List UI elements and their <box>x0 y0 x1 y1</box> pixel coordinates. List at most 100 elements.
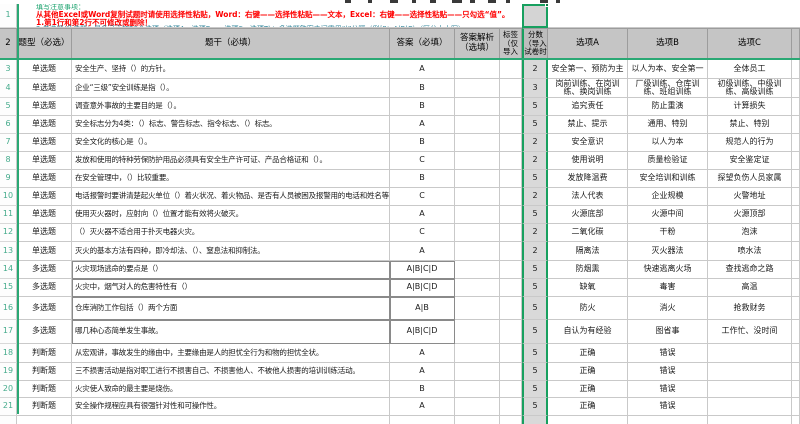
cell-type[interactable]: 单选题 <box>17 170 72 188</box>
cell-type[interactable]: 判断题 <box>17 381 72 398</box>
cell-question[interactable]: 从宏观讲，事故发生的缘由中，主要缘由是人的担忧全行为和物的担忧全状。 <box>72 344 390 363</box>
cell-tag[interactable] <box>500 416 522 424</box>
cell-answer[interactable]: A <box>390 116 455 134</box>
cell-question[interactable]: 安全标志分为4类：（）标志、警告标志、指令标志、（）标志。 <box>72 116 390 134</box>
cell-tag[interactable] <box>500 320 522 344</box>
cell-option-b[interactable]: 干粉 <box>628 224 708 242</box>
cell-score[interactable]: 2 <box>522 134 548 152</box>
cell-tag[interactable] <box>500 344 522 363</box>
cell-option-b[interactable]: 火源中间 <box>628 206 708 224</box>
cell-type[interactable]: 判断题 <box>17 363 72 381</box>
cell-option-c[interactable]: 安全鉴定证 <box>708 152 792 170</box>
cell-tag[interactable] <box>500 134 522 152</box>
cell-question[interactable]: 在安全管理中，（）比较重要。 <box>72 170 390 188</box>
cell-score[interactable]: 5 <box>522 170 548 188</box>
cell-score[interactable]: 5 <box>522 320 548 344</box>
row-header[interactable]: 13 <box>0 242 17 261</box>
cell-analysis[interactable] <box>455 170 500 188</box>
cell-option-b[interactable]: 安全培训和训练 <box>628 170 708 188</box>
cell-option-c[interactable]: 探望负伤人员家属 <box>708 170 792 188</box>
row-header[interactable]: 21 <box>0 398 17 416</box>
row-header[interactable]: 5 <box>0 98 17 116</box>
cell-type[interactable]: 单选题 <box>17 242 72 261</box>
cell-option-b[interactable]: 图省事 <box>628 320 708 344</box>
cell-type[interactable]: 多选题 <box>17 320 72 344</box>
cell-analysis[interactable] <box>455 224 500 242</box>
cell-score[interactable]: 5 <box>522 98 548 116</box>
row-header-partial[interactable] <box>0 416 17 424</box>
cell-answer[interactable]: A|B|C|D <box>390 279 455 297</box>
cell-score[interactable]: 2 <box>522 60 548 79</box>
cell-option-c[interactable] <box>708 363 792 381</box>
column-header-question[interactable]: 题干（必填） <box>72 28 390 60</box>
column-header-option-c[interactable]: 选项C <box>708 28 792 60</box>
cell-answer[interactable]: A <box>390 60 455 79</box>
row-header[interactable]: 15 <box>0 279 17 297</box>
cell-tag[interactable] <box>500 60 522 79</box>
cell-option-c[interactable]: 查找逃命之路 <box>708 261 792 279</box>
cell-answer[interactable]: A <box>390 206 455 224</box>
cell-option-a[interactable]: 正确 <box>548 363 628 381</box>
cell-option-a[interactable]: 禁止、提示 <box>548 116 628 134</box>
cell-score[interactable]: 5 <box>522 381 548 398</box>
cell-option-c[interactable]: 火警地址 <box>708 188 792 206</box>
cell-option-b[interactable]: 错误 <box>628 344 708 363</box>
cell-tag[interactable] <box>500 363 522 381</box>
cell-option-a[interactable]: 二氧化碳 <box>548 224 628 242</box>
cell-question[interactable]: 安全操作规程应具有很强针对性和可操作性。 <box>72 398 390 416</box>
cell-type[interactable]: 多选题 <box>17 279 72 297</box>
cell-score[interactable]: 5 <box>522 206 548 224</box>
row-header[interactable]: 20 <box>0 381 17 398</box>
cell-option-c[interactable]: 计算损失 <box>708 98 792 116</box>
cell-answer[interactable]: B <box>390 381 455 398</box>
cell-analysis[interactable] <box>455 279 500 297</box>
column-header-option-b[interactable]: 选项B <box>628 28 708 60</box>
cell-option-a[interactable]: 安全意识 <box>548 134 628 152</box>
cell-answer[interactable]: C <box>390 188 455 206</box>
cell-tag[interactable] <box>500 398 522 416</box>
cell-score[interactable]: 2 <box>522 242 548 261</box>
cell-option-b[interactable]: 错误 <box>628 363 708 381</box>
cell-score[interactable]: 5 <box>522 363 548 381</box>
cell-score[interactable]: 2 <box>522 152 548 170</box>
cell-question[interactable]: 电话报警时要讲清楚起火单位（）着火状况、着火物品、是否有人员被困及报警用的电话和… <box>72 188 390 206</box>
cell-option-c[interactable]: 抢救财务 <box>708 297 792 320</box>
cell-option-c[interactable] <box>708 381 792 398</box>
cell-option-b[interactable]: 消火 <box>628 297 708 320</box>
cell-question[interactable]: 三不损害活动是指对职工进行不损害自己、不损害他人、不被他人损害的培训训练活动。 <box>72 363 390 381</box>
row-header[interactable]: 3 <box>0 60 17 79</box>
cell-option-a[interactable]: 法人代表 <box>548 188 628 206</box>
cell-tag[interactable] <box>500 261 522 279</box>
cell-option-b[interactable]: 错误 <box>628 398 708 416</box>
cell-tag[interactable] <box>500 297 522 320</box>
cell-tag[interactable] <box>500 98 522 116</box>
cell-analysis[interactable] <box>455 320 500 344</box>
cell-type[interactable]: 单选题 <box>17 79 72 98</box>
cell-option-c[interactable]: 喷水法 <box>708 242 792 261</box>
cell-answer[interactable]: A <box>390 242 455 261</box>
row-header[interactable]: 10 <box>0 188 17 206</box>
instructions-cell[interactable]: 填写注意事项： 从其他Excel或Word复制试题时请使用选择性粘贴，Word：… <box>17 4 800 28</box>
cell-analysis[interactable] <box>455 79 500 98</box>
row-header[interactable]: 18 <box>0 344 17 363</box>
cell-question[interactable]: 调查意外事故的主要目的是（）。 <box>72 98 390 116</box>
cell-option-b[interactable]: 厂级训练、仓库训练、班组训练 <box>628 79 708 98</box>
cell-option-a[interactable]: 正确 <box>548 381 628 398</box>
cell-type[interactable] <box>17 416 72 424</box>
cell-analysis[interactable] <box>455 363 500 381</box>
column-header-option-a[interactable]: 选项A <box>548 28 628 60</box>
cell-question[interactable]: 安全文化的核心是（）。 <box>72 134 390 152</box>
cell-option-a[interactable]: 隔离法 <box>548 242 628 261</box>
cell-question[interactable]: 火灾现场逃命的要点是（） <box>72 261 390 279</box>
cell-type[interactable]: 判断题 <box>17 344 72 363</box>
row-header[interactable]: 14 <box>0 261 17 279</box>
cell-option-b[interactable]: 防止重演 <box>628 98 708 116</box>
cell-question[interactable]: 企业“三级”安全训练是指（）。 <box>72 79 390 98</box>
cell-score[interactable]: 2 <box>522 188 548 206</box>
cell-type[interactable]: 单选题 <box>17 206 72 224</box>
cell-type[interactable]: 判断题 <box>17 398 72 416</box>
cell-type[interactable]: 单选题 <box>17 188 72 206</box>
cell-answer[interactable]: A|B|C|D <box>390 261 455 279</box>
cell-type[interactable]: 单选题 <box>17 98 72 116</box>
cell-type[interactable]: 多选题 <box>17 297 72 320</box>
